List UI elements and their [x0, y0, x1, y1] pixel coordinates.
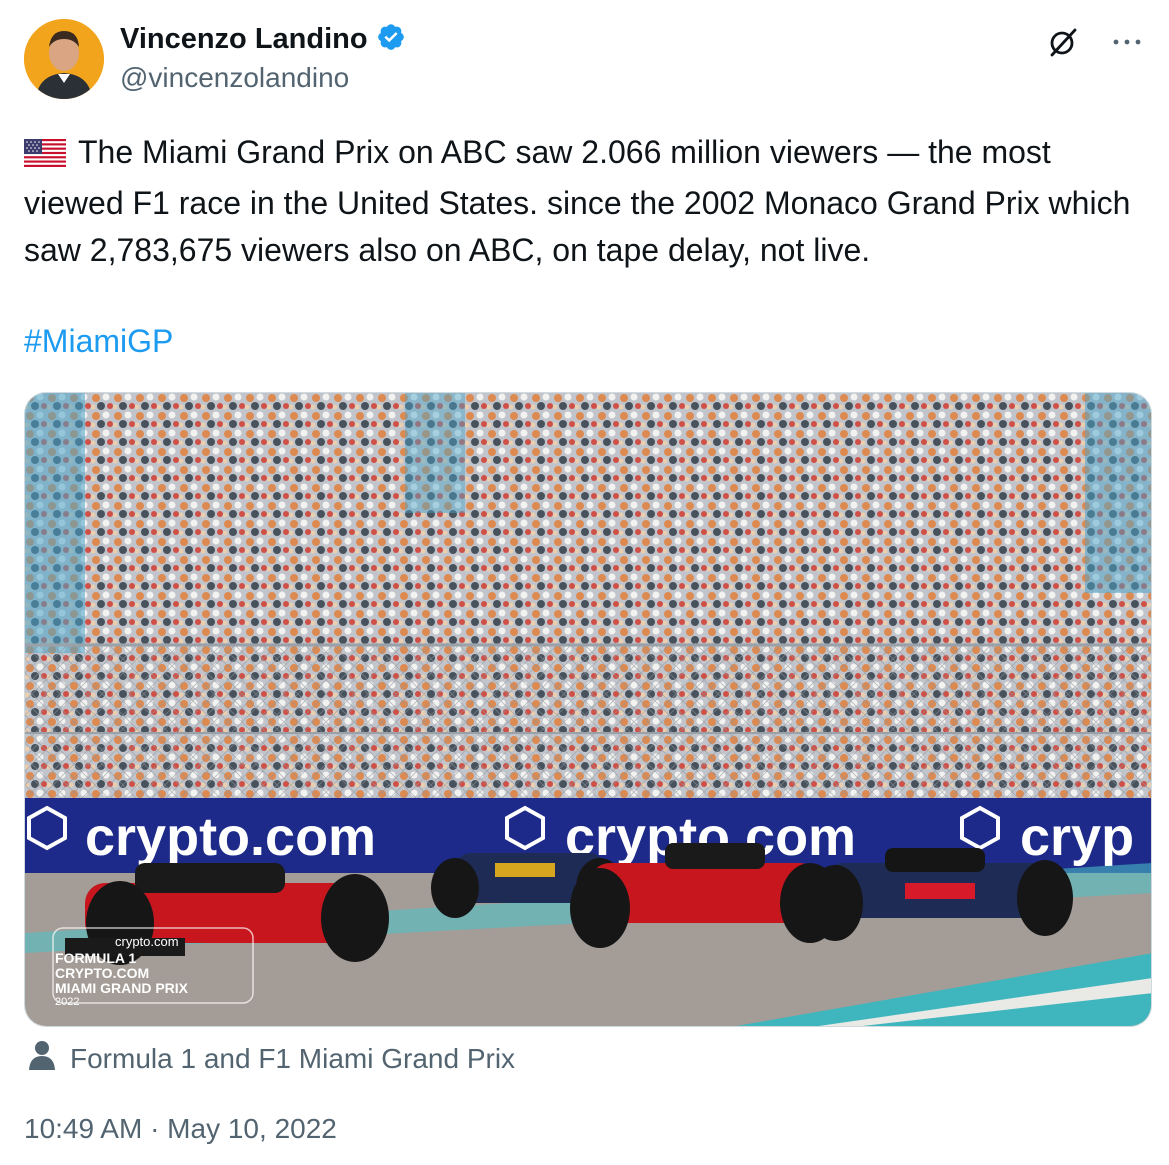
watermark-year: 2022 [55, 996, 79, 1008]
watermark-line2: CRYPTO.COM [55, 965, 149, 981]
watermark-line1: FORMULA 1 [55, 950, 136, 966]
tweet-media-image[interactable]: crypto.com crypto.com cryp crypto.com FO… [24, 392, 1152, 1027]
author-name[interactable]: Vincenzo Landino [120, 23, 368, 56]
hashtag-link[interactable]: #MiamiGP [24, 318, 173, 365]
tweet-text: The Miami Grand Prix on ABC saw 2.066 mi… [24, 129, 1149, 274]
tweet-body: The Miami Grand Prix on ABC saw 2.066 mi… [24, 134, 1131, 268]
avatar-image [24, 19, 104, 99]
person-icon [28, 1040, 56, 1077]
media-credit-text: Formula 1 and F1 Miami Grand Prix [70, 1042, 516, 1074]
author-handle[interactable]: @vincenzolandino [120, 62, 349, 94]
tweet-timestamp[interactable]: 10:49 AM · May 10, 2022 [24, 1113, 337, 1145]
race-photo: crypto.com crypto.com cryp crypto.com FO… [25, 393, 1151, 1026]
watermark-line3: MIAMI GRAND PRIX [55, 980, 189, 996]
author-row: Vincenzo Landino [120, 22, 406, 57]
tweet-actions-top [1045, 24, 1145, 60]
banner-text-3: cryp [1020, 807, 1134, 867]
us-flag-icon [24, 133, 66, 180]
verified-badge-icon [376, 22, 406, 57]
more-options-icon[interactable] [1109, 24, 1145, 60]
watermark-brand: crypto.com [115, 934, 179, 949]
media-credit[interactable]: Formula 1 and F1 Miami Grand Prix [28, 1040, 515, 1077]
avatar[interactable] [24, 19, 104, 99]
grok-icon[interactable] [1045, 24, 1081, 60]
banner-text-1: crypto.com [85, 807, 376, 867]
